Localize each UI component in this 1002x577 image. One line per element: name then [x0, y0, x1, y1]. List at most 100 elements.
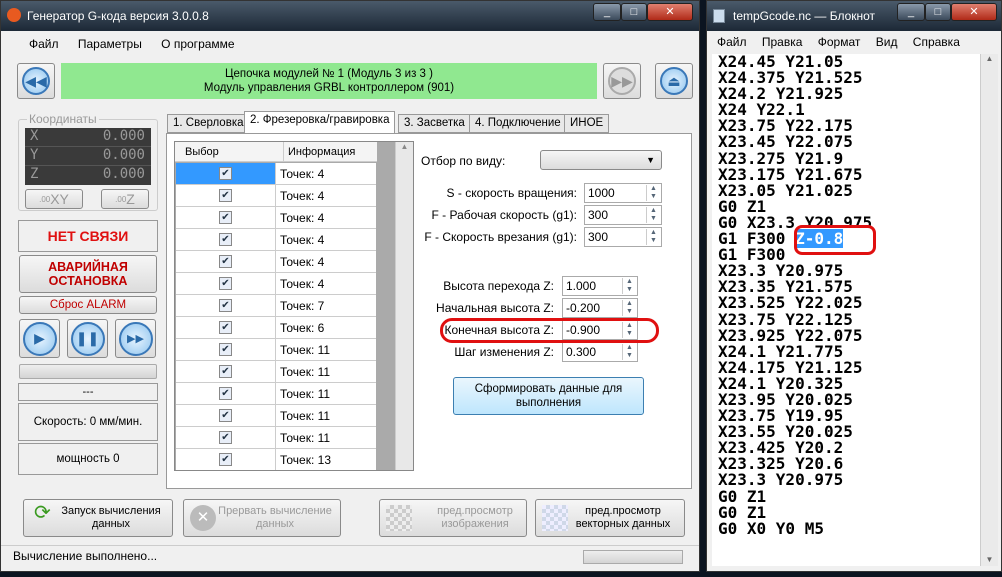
spinner-arrows-icon[interactable]: ▲ ▼ — [622, 278, 636, 294]
select-cell[interactable]: ✔ — [176, 427, 276, 448]
minimize-button[interactable]: _ — [593, 3, 621, 21]
step-forward-button[interactable]: ▶▶ — [115, 319, 156, 358]
table-row[interactable]: ✔ Точек: 4 — [176, 229, 376, 251]
table-row[interactable]: ✔ Точек: 4 — [176, 163, 376, 185]
number-input[interactable]: 300 ▲ ▼ — [584, 205, 662, 225]
pause-button[interactable]: ❚❚ — [67, 319, 108, 358]
table-row[interactable]: ✔ Точек: 4 — [176, 273, 376, 295]
info-cell: Точек: 11 — [280, 365, 331, 379]
spinner-arrows-icon[interactable]: ▲ ▼ — [646, 185, 660, 201]
maximize-button[interactable]: □ — [925, 3, 951, 21]
select-cell[interactable]: ✔ — [176, 185, 276, 206]
menu-view[interactable]: Вид — [870, 31, 904, 53]
select-cell[interactable]: ✔ — [176, 361, 276, 382]
status-bar: Вычисление выполнено... — [1, 545, 699, 571]
preview-image-button[interactable]: пред.просмотр изображения — [379, 499, 527, 537]
status-progress — [583, 550, 683, 564]
prev-module-button[interactable]: ◀◀ — [17, 63, 55, 99]
number-input[interactable]: 1000 ▲ ▼ — [584, 183, 662, 203]
checkbox[interactable]: ✔ — [219, 211, 232, 224]
tab-exposure[interactable]: 3. Засветка — [398, 114, 471, 133]
table-row[interactable]: ✔ Точек: 11 — [176, 383, 376, 405]
select-cell[interactable]: ✔ — [176, 229, 276, 250]
menu-file[interactable]: Файл — [711, 31, 753, 53]
checkbox[interactable]: ✔ — [219, 365, 232, 378]
checkbox[interactable]: ✔ — [219, 387, 232, 400]
checkbox[interactable]: ✔ — [219, 453, 232, 466]
table-row[interactable]: ✔ Точек: 13 — [176, 449, 376, 470]
spinner-arrows-icon[interactable]: ▲ ▼ — [622, 344, 636, 360]
number-input[interactable]: 0.300 ▲ ▼ — [562, 342, 638, 362]
table-row[interactable]: ✔ Точек: 7 — [176, 295, 376, 317]
menu-edit[interactable]: Правка — [756, 31, 809, 53]
emergency-stop-button[interactable]: АВАРИЙНАЯ ОСТАНОВКА — [19, 255, 157, 293]
number-input[interactable]: 300 ▲ ▼ — [584, 227, 662, 247]
tab-other[interactable]: ИНОЕ — [564, 114, 610, 133]
filter-dropdown[interactable]: ▼ — [540, 150, 662, 170]
table-row[interactable]: ✔ Точек: 11 — [176, 427, 376, 449]
select-cell[interactable]: ✔ — [176, 251, 276, 272]
select-cell[interactable]: ✔ — [176, 295, 276, 316]
checkbox[interactable]: ✔ — [219, 277, 232, 290]
number-input[interactable]: 1.000 ▲ ▼ — [562, 276, 638, 296]
checkbox[interactable]: ✔ — [219, 255, 232, 268]
select-cell[interactable]: ✔ — [176, 339, 276, 360]
next-module-button[interactable]: ▶▶ — [603, 63, 641, 99]
select-cell[interactable]: ✔ — [176, 207, 276, 228]
table-row[interactable]: ✔ Точек: 4 — [176, 207, 376, 229]
select-cell[interactable]: ✔ — [176, 317, 276, 338]
menu-format[interactable]: Формат — [812, 31, 867, 53]
checkbox[interactable]: ✔ — [219, 321, 232, 334]
checkbox[interactable]: ✔ — [219, 431, 232, 444]
table-row[interactable]: ✔ Точек: 4 — [176, 251, 376, 273]
tab-drilling[interactable]: 1. Сверловка — [167, 114, 250, 133]
tab-milling[interactable]: 2. Фрезеровка/гравировка — [244, 111, 396, 134]
notepad-scrollbar[interactable]: ▲ ▼ — [980, 54, 998, 566]
abort-calc-button[interactable]: ✕ Прервать вычисление данных — [183, 499, 341, 537]
table-row[interactable]: ✔ Точек: 11 — [176, 339, 376, 361]
play-button[interactable]: ▶ — [19, 319, 60, 358]
checkbox[interactable]: ✔ — [219, 409, 232, 422]
zero-xy-button[interactable]: .00 XY — [25, 189, 83, 209]
checkbox[interactable]: ✔ — [219, 167, 232, 180]
checkbox[interactable]: ✔ — [219, 343, 232, 356]
menu-about[interactable]: О программе — [153, 32, 242, 56]
header-select[interactable]: Выбор — [185, 146, 219, 158]
table-row[interactable]: ✔ Точек: 11 — [176, 361, 376, 383]
close-button[interactable]: ✕ — [951, 3, 997, 21]
select-cell[interactable]: ✔ — [176, 449, 276, 470]
maximize-button[interactable]: □ — [621, 3, 647, 21]
zero-z-button[interactable]: .00 Z — [101, 189, 149, 209]
table-row[interactable]: ✔ Точек: 6 — [176, 317, 376, 339]
select-cell[interactable]: ✔ — [176, 383, 276, 404]
header-info[interactable]: Информация — [283, 142, 355, 162]
table-row[interactable]: ✔ Точек: 11 — [176, 405, 376, 427]
preview-vector-button[interactable]: пред.просмотр векторных данных — [535, 499, 685, 537]
table-row[interactable]: ✔ Точек: 4 — [176, 185, 376, 207]
generate-button[interactable]: Сформировать данные для выполнения — [453, 377, 644, 415]
zero-icon: .00 — [39, 194, 51, 204]
minimize-button[interactable]: _ — [897, 3, 925, 21]
eject-button[interactable]: ⏏ — [655, 63, 693, 99]
close-button[interactable]: ✕ — [647, 3, 693, 21]
select-cell[interactable]: ✔ — [176, 405, 276, 426]
speed-display: Скорость: 0 мм/мин. — [18, 403, 158, 441]
menu-help[interactable]: Справка — [907, 31, 966, 53]
table-scrollbar[interactable]: ▲ — [395, 142, 413, 470]
checkbox[interactable]: ✔ — [219, 189, 232, 202]
menu-file[interactable]: Файл — [21, 32, 67, 56]
spinner-arrows-icon[interactable]: ▲ ▼ — [646, 207, 660, 223]
select-cell[interactable]: ✔ — [176, 273, 276, 294]
number-input[interactable]: -0.200 ▲ ▼ — [562, 298, 638, 318]
checkbox[interactable]: ✔ — [219, 233, 232, 246]
spinner-arrows-icon[interactable]: ▲ ▼ — [646, 229, 660, 245]
menu-params[interactable]: Параметры — [70, 32, 150, 56]
reset-alarm-button[interactable]: Сброс ALARM — [19, 296, 157, 314]
spinner-arrows-icon[interactable]: ▲ ▼ — [622, 300, 636, 316]
run-calc-button[interactable]: ⟳ Запуск вычисления данных — [23, 499, 173, 537]
banner-line2: Модуль управления GRBL контроллером (901… — [203, 82, 455, 94]
checkbox[interactable]: ✔ — [219, 299, 232, 312]
select-cell[interactable]: ✔ — [176, 163, 276, 184]
notepad-text-area[interactable]: X24.45 Y21.05 X24.375 Y21.525 X24.2 Y21.92… — [712, 54, 980, 566]
tab-connection[interactable]: 4. Подключение — [469, 114, 567, 133]
